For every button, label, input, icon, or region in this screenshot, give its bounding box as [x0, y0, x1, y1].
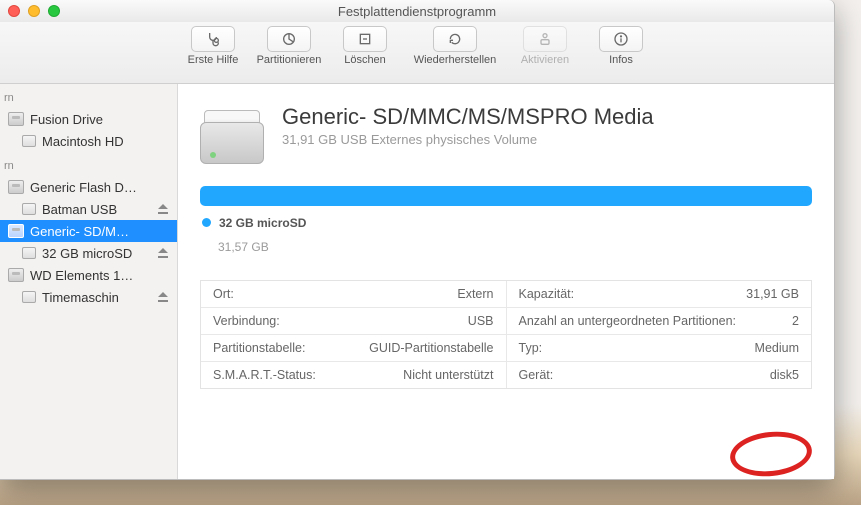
sidebar-heading: rn — [0, 158, 177, 176]
info-cell-connection: Verbindung:USB — [201, 308, 506, 334]
info-table: Ort:Extern Kapazität:31,91 GB Verbindung… — [200, 280, 812, 389]
detail-title: Generic- SD/MMC/MS/MSPRO Media — [282, 104, 654, 130]
partition-button[interactable]: Partitionieren — [251, 26, 327, 66]
mount-icon — [537, 31, 553, 47]
sidebar-item-fusion-drive[interactable]: Fusion Drive — [0, 108, 177, 130]
table-row: S.M.A.R.T.-Status:Nicht unterstützt Gerä… — [201, 361, 811, 388]
sidebar-item-label: WD Elements 1… — [30, 268, 177, 283]
disk-icon — [8, 112, 24, 126]
eject-icon[interactable] — [157, 247, 169, 259]
legend-name: 32 GB microSD — [219, 216, 306, 230]
stethoscope-icon — [205, 31, 221, 47]
toolbar-items: Erste Hilfe Partitionieren Löschen Wiede… — [175, 26, 659, 66]
detail-pane: Generic- SD/MMC/MS/MSPRO Media 31,91 GB … — [178, 84, 834, 479]
window-title: Festplattendienstprogramm — [338, 4, 496, 19]
sidebar-item-label: Generic Flash D… — [30, 180, 177, 195]
sidebar-item-generic-flash[interactable]: Generic Flash D… — [0, 176, 177, 198]
detail-title-block: Generic- SD/MMC/MS/MSPRO Media 31,91 GB … — [282, 104, 654, 147]
table-row: Partitionstabelle:GUID-Partitionstabelle… — [201, 334, 811, 361]
minimize-icon[interactable] — [28, 5, 40, 17]
usage-legend: 32 GB microSD — [200, 206, 812, 240]
legend-dot-icon — [202, 218, 211, 227]
info-cell-type: Typ:Medium — [506, 335, 812, 361]
volume-icon — [22, 291, 36, 303]
detail-subtitle: 31,91 GB USB Externes physisches Volume — [282, 132, 654, 147]
close-icon[interactable] — [8, 5, 20, 17]
sidebar-item-macintosh-hd[interactable]: Macintosh HD — [0, 130, 177, 152]
zoom-icon[interactable] — [48, 5, 60, 17]
toolbar-label: Aktivieren — [521, 54, 569, 66]
table-row: Verbindung:USB Anzahl an untergeordneten… — [201, 307, 811, 334]
info-cell-childcount: Anzahl an untergeordneten Partitionen:2 — [506, 308, 812, 334]
erase-button[interactable]: Löschen — [327, 26, 403, 66]
eject-icon[interactable] — [157, 203, 169, 215]
sidebar-item-batman-usb[interactable]: Batman USB — [0, 198, 177, 220]
toolbar-label: Wiederherstellen — [414, 54, 497, 66]
sidebar-item-32gb-microsd[interactable]: 32 GB microSD — [0, 242, 177, 264]
info-cell-device: Gerät:disk5 — [506, 362, 812, 388]
sidebar: rn Fusion Drive Macintosh HD rn Generic … — [0, 84, 178, 479]
sidebar-item-wd-elements[interactable]: WD Elements 1… — [0, 264, 177, 286]
restore-icon — [447, 31, 463, 47]
pie-icon — [281, 31, 297, 47]
disk-icon — [8, 224, 24, 238]
erase-icon — [357, 31, 373, 47]
info-icon — [613, 31, 629, 47]
volume-icon — [22, 247, 36, 259]
info-cell-partition-map: Partitionstabelle:GUID-Partitionstabelle — [201, 335, 506, 361]
toolbar-label: Erste Hilfe — [188, 54, 239, 66]
restore-button[interactable]: Wiederherstellen — [403, 26, 507, 66]
window-controls — [8, 5, 60, 17]
sidebar-item-generic-sd[interactable]: Generic- SD/M… — [0, 220, 177, 242]
sidebar-item-timemaschin[interactable]: Timemaschin — [0, 286, 177, 308]
info-cell-smart: S.M.A.R.T.-Status:Nicht unterstützt — [201, 362, 506, 388]
disk-icon — [8, 268, 24, 282]
sidebar-item-label: Macintosh HD — [42, 134, 177, 149]
sidebar-item-label: Fusion Drive — [30, 112, 177, 127]
toolbar-label: Löschen — [344, 54, 386, 66]
detail-header: Generic- SD/MMC/MS/MSPRO Media 31,91 GB … — [178, 84, 834, 178]
eject-icon[interactable] — [157, 291, 169, 303]
table-row: Ort:Extern Kapazität:31,91 GB — [201, 281, 811, 307]
mount-button: Aktivieren — [507, 26, 583, 66]
disk-large-icon — [200, 104, 264, 164]
toolbar: Erste Hilfe Partitionieren Löschen Wiede… — [0, 22, 834, 84]
info-cell-capacity: Kapazität:31,91 GB — [506, 281, 812, 307]
disk-utility-window: Festplattendienstprogramm Erste Hilfe Pa… — [0, 0, 835, 480]
disk-icon — [8, 180, 24, 194]
legend-size: 31,57 GB — [218, 240, 812, 254]
first-aid-button[interactable]: Erste Hilfe — [175, 26, 251, 66]
info-button[interactable]: Infos — [583, 26, 659, 66]
titlebar: Festplattendienstprogramm — [0, 0, 834, 22]
usage-section: 32 GB microSD 31,57 GB — [178, 178, 834, 258]
usage-bar — [200, 186, 812, 206]
sidebar-heading: rn — [0, 90, 177, 108]
toolbar-label: Partitionieren — [257, 54, 322, 66]
body: rn Fusion Drive Macintosh HD rn Generic … — [0, 84, 834, 479]
toolbar-label: Infos — [609, 54, 633, 66]
volume-icon — [22, 203, 36, 215]
info-cell-location: Ort:Extern — [201, 281, 506, 307]
volume-icon — [22, 135, 36, 147]
sidebar-item-label: Generic- SD/M… — [30, 224, 177, 239]
